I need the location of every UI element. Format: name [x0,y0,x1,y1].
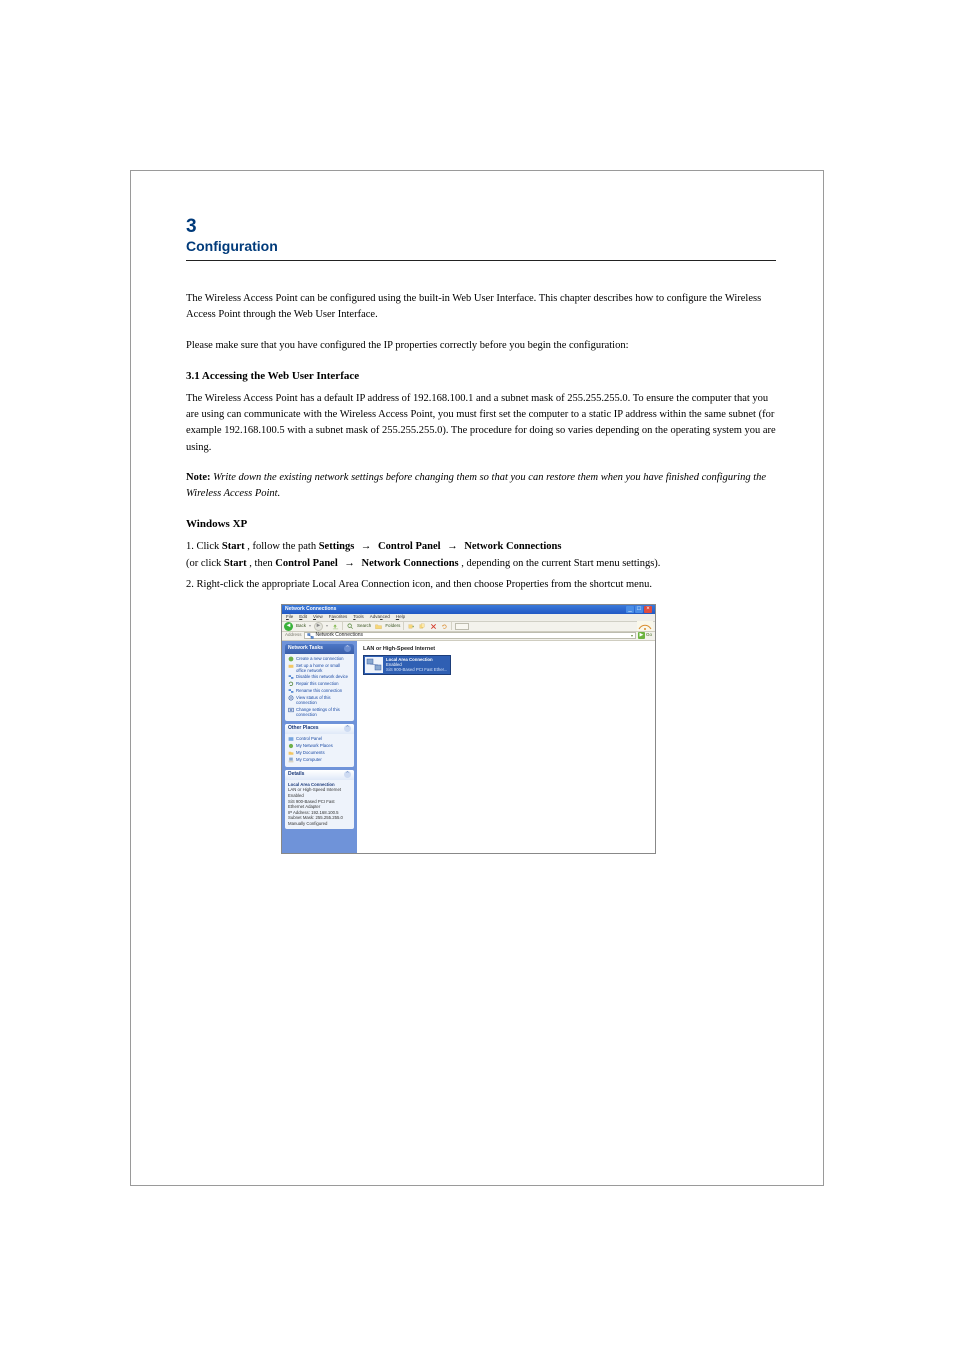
back-label: Back [296,623,306,630]
step-text-fragment: , follow the path [247,541,318,552]
minimize-button[interactable]: _ [626,606,634,613]
note-label: Note: [186,472,211,483]
undo-icon[interactable] [440,622,448,630]
list-item: 1. Click Start , follow the path Setting… [186,539,776,573]
wireless-icon [637,621,653,631]
folders-icon[interactable] [374,622,382,630]
sidebar-panel-network-tasks: Network Tasks ⌃ Create a new connection S… [285,644,354,721]
menu-edit[interactable]: Edit [299,614,307,621]
step-text-fragment: , depending on the current Start menu se… [461,558,660,569]
sidebar-item[interactable]: Control Panel [288,736,351,742]
menu-help[interactable]: Help [396,614,405,621]
connection-adapter: SiS 900-Based PCI Fast Ether... [386,667,447,672]
search-label: Search [357,623,371,630]
sidebar-item[interactable]: Rename this connection [288,688,351,694]
sidebar-item[interactable]: My Network Places [288,743,351,749]
section-paragraph-1: The Wireless Access Point has a default … [186,391,776,456]
connection-icon [365,657,383,673]
note-text: Write down the existing network settings… [186,472,766,499]
folders-label: Folders [385,623,400,630]
search-icon[interactable] [346,622,354,630]
sidebar-item[interactable]: My Documents [288,750,351,756]
sidebar-item[interactable]: Change settings of this connection [288,707,351,717]
address-value: Network Connections [316,632,364,640]
move-to-icon[interactable] [407,622,415,630]
back-button[interactable]: ◄ [284,622,293,631]
intro-paragraph-2: Please make sure that you have configure… [186,338,776,354]
content-pane: LAN or High-Speed Internet Local Area Co… [357,641,655,854]
list-item: 2. Right-click the appropriate Local Are… [186,577,776,594]
go-button[interactable]: ▶Go [638,632,652,639]
menu-view[interactable]: View [313,614,323,621]
chevron-down-icon[interactable]: ▾ [631,633,633,639]
window-titlebar: Network Connections _ □ × [282,605,655,614]
sidebar-item[interactable]: Disable this network device [288,674,351,680]
chevron-up-icon[interactable]: ⌃ [344,645,351,652]
address-input[interactable]: Network Connections ▾ [304,632,636,639]
section-title-access-web: 3.1 Accessing the Web User Interface [186,368,776,385]
window-title: Network Connections [285,606,336,614]
os-heading-xp: Windows XP [186,516,776,533]
arrow-icon: → [361,541,372,552]
panel-title: Network Tasks [288,645,323,653]
heading-rule [186,260,776,261]
step-bold: Start [224,558,247,569]
step-text-fragment: , then [249,558,275,569]
arrow-icon: → [344,558,355,569]
sidebar-item[interactable]: My Computer [288,757,351,763]
toolbar: ◄ Back ▾ ► ▾ Search Folders [282,622,655,632]
sidebar-item[interactable]: View status of this connection [288,695,351,705]
chevron-up-icon[interactable]: ⌃ [344,771,351,778]
menu-favorites[interactable]: Favorites [329,614,348,621]
step-bold: Network Connections [362,558,459,569]
sidebar-item[interactable]: Repair this connection [288,681,351,687]
sidebar-item[interactable]: Create a new connection [288,656,351,662]
sidebar-item[interactable]: Set up a home or small office network [288,663,351,673]
arrow-icon: → [447,541,458,552]
maximize-button[interactable]: □ [635,606,643,613]
menu-advanced[interactable]: Advanced [370,614,390,621]
note-paragraph: Note: Write down the existing network se… [186,470,776,503]
views-button[interactable] [455,623,469,630]
chapter-title: Configuration [186,238,776,254]
close-button[interactable]: × [644,606,652,613]
connection-item[interactable]: Local Area Connection Enabled SiS 900-Ba… [363,655,451,675]
step-bold: Network Connections [464,541,561,552]
step-text-fragment: (or click [186,558,224,569]
copy-to-icon[interactable] [418,622,426,630]
delete-icon[interactable] [429,622,437,630]
sidebar: Network Tasks ⌃ Create a new connection S… [282,641,357,854]
sidebar-panel-other-places: Other Places ⌃ Control Panel My Network P… [285,724,354,767]
address-bar: Address Network Connections ▾ ▶Go [282,632,655,641]
panel-title: Details [288,771,304,779]
step-bold: Control Panel [275,558,338,569]
section-header: LAN or High-Speed Internet [363,645,435,654]
menubar: File Edit View Favorites Tools Advanced … [282,614,655,622]
sidebar-panel-details: Details⌃ Local Area Connection LAN or Hi… [285,770,354,830]
up-icon[interactable] [331,622,339,630]
network-connections-icon [307,633,314,639]
menu-file[interactable]: File [286,614,293,621]
step-bold: Control Panel [378,541,441,552]
menu-tools[interactable]: Tools [353,614,364,621]
intro-paragraph-1: The Wireless Access Point can be configu… [186,291,776,324]
step-bold: Start [222,541,245,552]
details-adapter: SiS 900-Based PCI Fast Ethernet Adapter [288,799,351,810]
panel-title: Other Places [288,725,319,733]
forward-button[interactable]: ► [314,622,323,631]
step-bold: Settings [319,541,355,552]
chapter-number: 3 [186,216,776,238]
details-cfg: Manually Configured [288,821,351,827]
address-label: Address [285,632,302,639]
step-text-fragment: 1. Click [186,541,222,552]
screenshot-network-connections: Network Connections _ □ × File Edit View… [281,604,656,854]
chevron-up-icon[interactable]: ⌃ [344,725,351,732]
